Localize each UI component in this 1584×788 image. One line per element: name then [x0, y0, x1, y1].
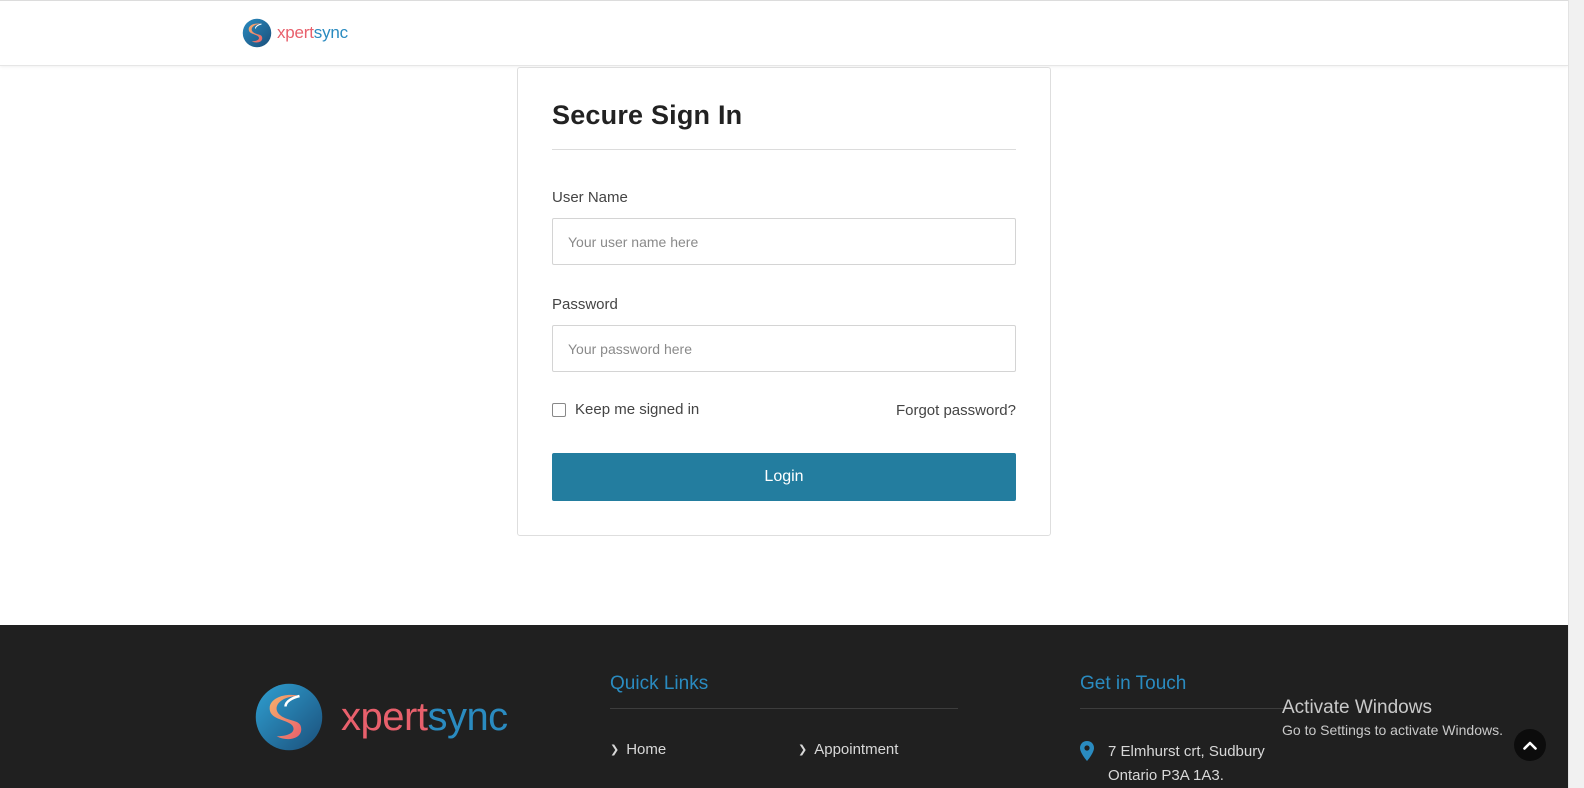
xpertsync-logo-icon	[242, 18, 272, 48]
brand-part1: xpert	[277, 23, 314, 42]
brand-part1: xpert	[341, 694, 428, 739]
brand-part2: sync	[427, 694, 508, 739]
contact-divider	[1080, 708, 1290, 709]
username-input[interactable]	[552, 218, 1016, 265]
forgot-password-link[interactable]: Forgot password?	[896, 402, 1016, 419]
quick-links-divider	[610, 708, 958, 709]
login-button[interactable]: Login	[552, 453, 1016, 501]
footer-link-label: Appointment	[814, 741, 899, 758]
brand-part2: sync	[313, 23, 348, 42]
watermark-subtitle: Go to Settings to activate Windows.	[1282, 722, 1503, 738]
page-scrollbar[interactable]	[1568, 0, 1584, 788]
footer-link-home[interactable]: ❯ Home	[610, 741, 666, 758]
footer-logo: xpertsync	[254, 682, 508, 752]
password-label: Password	[552, 296, 618, 313]
activate-windows-watermark: Activate Windows Go to Settings to activ…	[1282, 697, 1503, 738]
remember-checkbox[interactable]	[552, 402, 566, 417]
address-line-1: 7 Elmhurst crt, Sudbury	[1108, 743, 1265, 760]
username-label: User Name	[552, 189, 628, 206]
footer-link-label: Home	[626, 741, 667, 758]
site-header: xpertsync	[0, 0, 1568, 66]
login-card: Secure Sign In User Name Password Keep m…	[517, 67, 1051, 536]
get-in-touch-heading: Get in Touch	[1080, 673, 1187, 694]
remember-me[interactable]: Keep me signed in	[552, 401, 699, 418]
brand-wordmark: xpertsync	[277, 23, 348, 43]
footer-link-appointment[interactable]: ❯ Appointment	[798, 741, 898, 758]
xpertsync-logo-icon	[255, 683, 323, 751]
chevron-up-icon	[1523, 741, 1537, 750]
remember-label: Keep me signed in	[575, 401, 700, 418]
quick-links-heading: Quick Links	[610, 673, 709, 694]
header-logo-link[interactable]: xpertsync	[242, 18, 348, 48]
address-line-2: Ontario P3A 1A3.	[1108, 767, 1224, 784]
contact-address: 7 Elmhurst crt, Sudbury Ontario P3A 1A3.	[1080, 740, 1265, 788]
password-input[interactable]	[552, 325, 1016, 372]
chevron-right-icon: ❯	[798, 744, 808, 756]
page-title: Secure Sign In	[552, 100, 743, 130]
chevron-right-icon: ❯	[610, 744, 620, 756]
map-pin-icon	[1080, 741, 1094, 761]
watermark-title: Activate Windows	[1282, 697, 1432, 718]
back-to-top-button[interactable]	[1514, 729, 1546, 761]
title-divider	[552, 149, 1016, 150]
footer-wordmark: xpertsync	[341, 695, 508, 740]
